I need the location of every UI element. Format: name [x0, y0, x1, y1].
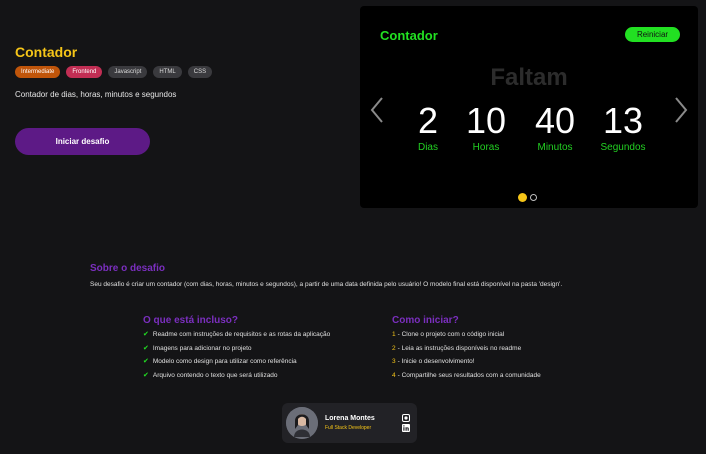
- seconds-value: 13: [602, 100, 644, 141]
- check-icon: ✔: [143, 371, 149, 379]
- start-challenge-button[interactable]: Iniciar desafio: [15, 128, 150, 155]
- step-text: - Clone o projeto com o código inicial: [397, 331, 505, 338]
- challenge-title: Contador: [15, 44, 78, 60]
- tag-javascript: Javascript: [108, 66, 148, 78]
- author-name: Lorena Montes: [325, 415, 375, 422]
- step-number: 3: [392, 358, 396, 365]
- challenge-description: Contador de dias, horas, minutos e segun…: [15, 90, 177, 99]
- list-item: ✔ Arquivo contendo o texto que será utili…: [143, 369, 330, 383]
- tag-list: Intermediate Frontend Javascript HTML CS…: [15, 66, 213, 78]
- step-text: - Inicie o desenvolvimento!: [397, 358, 475, 365]
- tag-html: HTML: [153, 66, 182, 78]
- days-value: 2: [417, 100, 439, 141]
- step-item: 2- Leia as instruções disponíveis no rea…: [392, 342, 541, 356]
- author-role: Full Stack Developer: [325, 425, 372, 431]
- step-item: 1- Clone o projeto com o código inicial: [392, 328, 541, 342]
- included-title: O que está incluso?: [143, 315, 239, 326]
- minutes-label: Minutos: [537, 142, 573, 153]
- step-number: 4: [392, 371, 396, 379]
- list-item: ✔ Modelo como design para utilizar como r…: [143, 355, 330, 369]
- step-text: - Leia as instruções disponíveis no read…: [397, 344, 522, 352]
- hours-label: Horas: [472, 142, 500, 153]
- list-item-text: Imagens para adicionar no projeto: [152, 344, 252, 352]
- countdown-minutes: 40 Minutos: [525, 100, 585, 154]
- list-item-text: Modelo como design para utilizar como re…: [152, 358, 297, 365]
- check-icon: ✔: [143, 344, 149, 352]
- avatar: [286, 407, 318, 439]
- tag-frontend: Frontend: [66, 66, 103, 78]
- step-number: 1: [392, 331, 396, 338]
- carousel-dot-1[interactable]: [518, 193, 527, 202]
- linkedin-icon[interactable]: [402, 424, 410, 432]
- seconds-label: Segundos: [600, 142, 646, 153]
- github-icon[interactable]: [402, 414, 410, 422]
- about-text: Seu desafio é criar um contador (com dia…: [90, 281, 563, 288]
- tag-intermediate: Intermediate: [15, 66, 61, 78]
- step-item: 3- Inicie o desenvolvimento!: [392, 355, 541, 369]
- step-text: - Compartilhe seus resultados com a comu…: [397, 371, 541, 379]
- countdown-hours: 10 Horas: [456, 100, 516, 154]
- preview-title: Contador: [380, 28, 438, 43]
- countdown-days: 2 Dias: [398, 100, 458, 154]
- check-icon: ✔: [143, 358, 149, 365]
- step-number: 2: [392, 344, 396, 352]
- author-card: Lorena Montes Full Stack Developer: [282, 403, 417, 443]
- howto-title: Como iniciar?: [392, 315, 459, 326]
- check-icon: ✔: [143, 331, 149, 338]
- hours-value: 10: [465, 100, 507, 141]
- preview-carousel: Contador Reiniciar Faltam 2 Dias 10 Hora…: [360, 6, 698, 208]
- included-list: ✔ Readme com instruções de requisitos e a…: [143, 328, 330, 382]
- tag-css: CSS: [187, 66, 213, 78]
- minutes-value: 40: [534, 100, 576, 141]
- carousel-dots: [518, 193, 537, 202]
- list-item: ✔ Imagens para adicionar no projeto: [143, 342, 330, 356]
- howto-list: 1- Clone o projeto com o código inicial …: [392, 328, 541, 382]
- days-label: Dias: [417, 142, 438, 153]
- restart-button[interactable]: Reiniciar: [625, 27, 680, 42]
- list-item-text: Arquivo contendo o texto que será utiliz…: [152, 371, 278, 379]
- list-item: ✔ Readme com instruções de requisitos e a…: [143, 328, 330, 342]
- countdown-heading: Faltam: [490, 64, 568, 91]
- step-item: 4- Compartilhe seus resultados com a com…: [392, 369, 541, 383]
- chevron-left-icon[interactable]: [368, 92, 388, 128]
- carousel-dot-2[interactable]: [530, 194, 537, 201]
- list-item-text: Readme com instruções de requisitos e as…: [152, 331, 331, 338]
- countdown-seconds: 13 Segundos: [593, 100, 653, 154]
- about-title: Sobre o desafio: [90, 263, 166, 274]
- chevron-right-icon[interactable]: [670, 92, 690, 128]
